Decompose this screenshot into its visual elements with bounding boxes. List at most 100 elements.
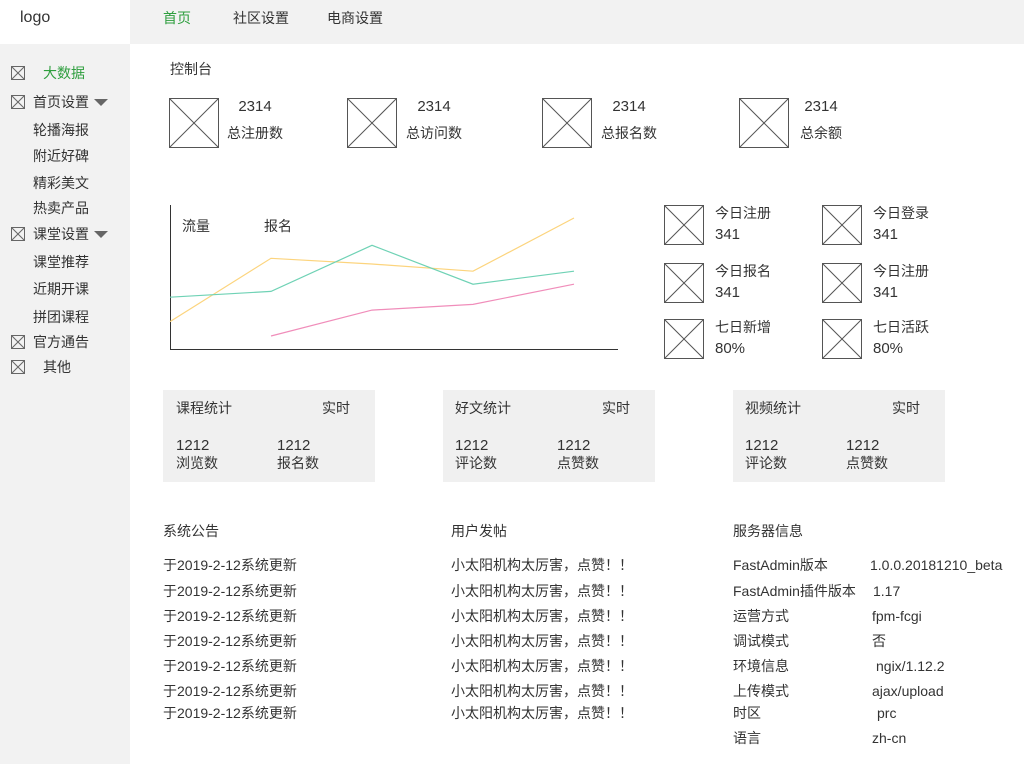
chart-legend-label: 报名 (264, 218, 292, 234)
server-info-key: 语言 (733, 730, 761, 746)
metric-label: 点赞数 (846, 455, 888, 471)
sidebar-item-label: 大数据 (43, 65, 85, 81)
server-info-key: 时区 (733, 705, 761, 721)
server-info-value: zh-cn (872, 730, 907, 746)
image-placeholder-icon (11, 66, 25, 80)
total-label: 总访问数 (406, 125, 462, 141)
trend-chart (169, 205, 618, 350)
server-info-key: FastAdmin插件版本 (733, 583, 856, 599)
server-info-key: FastAdmin版本 (733, 557, 828, 573)
server-info-value: 1.17 (873, 583, 901, 599)
total-card-balance: 2314 总余额 (739, 98, 914, 148)
total-label: 总余额 (800, 125, 842, 141)
placeholder-cross (665, 264, 703, 302)
course-stats-panel: 课程统计 实时 1212 浏览数 1212 报名数 (163, 390, 375, 482)
series-line (169, 244, 575, 298)
user-post-item[interactable]: 小太阳机构太厉害，点赞！！ (451, 583, 633, 599)
quick-stat-label: 今日登录 (873, 205, 929, 221)
quick-stat-value: 80% (715, 340, 746, 357)
placeholder-cross (12, 67, 24, 79)
server-info-key: 运营方式 (733, 608, 789, 624)
sidebar-item-upcoming-classes[interactable]: 近期开课 (0, 278, 130, 300)
image-placeholder-icon (347, 98, 397, 148)
series-2 (169, 244, 575, 298)
total-text: 2314 总余额 (781, 98, 861, 148)
sidebar-item-label: 热卖产品 (33, 200, 89, 216)
metric-value: 1212 (846, 437, 880, 454)
article-stats-panel: 好文统计 实时 1212 评论数 1212 点赞数 (443, 390, 655, 482)
caret-down-icon[interactable] (94, 99, 108, 106)
panel-realtime-tag: 实时 (892, 400, 920, 416)
logo[interactable]: logo (20, 9, 50, 27)
image-placeholder-icon (664, 205, 704, 245)
sidebar-item-label: 近期开课 (33, 281, 89, 297)
sidebar-item-other[interactable]: 其他 (0, 356, 130, 378)
panel-title: 课程统计 (176, 400, 232, 416)
quick-stat-value: 80% (873, 340, 904, 357)
image-placeholder-icon (664, 263, 704, 303)
metric-value: 1212 (745, 437, 779, 454)
sidebar-item-hot-products[interactable]: 热卖产品 (0, 197, 130, 219)
total-text: 2314 总报名数 (589, 98, 669, 148)
user-post-item[interactable]: 小太阳机构太厉害，点赞！！ (451, 557, 633, 573)
total-value: 2314 (238, 98, 272, 115)
sidebar-item-class-recommend[interactable]: 课堂推荐 (0, 251, 130, 273)
server-info-value: ngix/1.12.2 (876, 658, 945, 674)
placeholder-cross (12, 96, 24, 108)
sidebar: 大数据 首页设置 轮播海报 附近好碑 精彩美文 热卖产品 课堂设置 课堂推荐 近… (0, 44, 130, 764)
sidebar-item-carousel-posters[interactable]: 轮播海报 (0, 119, 130, 141)
user-post-item[interactable]: 小太阳机构太厉害，点赞！！ (451, 705, 633, 721)
sidebar-item-group-courses[interactable]: 拼团课程 (0, 306, 130, 328)
user-post-item[interactable]: 小太阳机构太厉害，点赞！！ (451, 683, 633, 699)
sidebar-item-label: 其他 (43, 359, 71, 375)
metric-label: 报名数 (277, 455, 319, 471)
nav-community-settings[interactable]: 社区设置 (233, 10, 289, 26)
placeholder-cross (12, 336, 24, 348)
user-post-item[interactable]: 小太阳机构太厉害，点赞！！ (451, 633, 633, 649)
total-label: 总注册数 (227, 125, 283, 141)
nav-ecommerce-settings[interactable]: 电商设置 (327, 10, 383, 26)
server-info-value: 1.0.0.20181210_beta (870, 557, 1003, 573)
announcement-item[interactable]: 于2019-2-12系统更新 (163, 658, 297, 674)
sidebar-item-featured-articles[interactable]: 精彩美文 (0, 172, 130, 194)
quick-stat-label: 今日注册 (873, 263, 929, 279)
total-text: 2314 总注册数 (215, 98, 295, 148)
sidebar-item-big-data[interactable]: 大数据 (0, 62, 130, 84)
total-value: 2314 (612, 98, 646, 115)
total-card-visits: 2314 总访问数 (347, 98, 522, 148)
server-info-key: 环境信息 (733, 658, 789, 674)
placeholder-cross (348, 99, 396, 147)
metric-value: 1212 (176, 437, 210, 454)
chart-legend-label: 流量 (182, 218, 210, 234)
announcement-item[interactable]: 于2019-2-12系统更新 (163, 557, 297, 573)
placeholder-cross (665, 320, 703, 358)
server-info-value: fpm-fcgi (872, 608, 922, 624)
quick-stat-7day-new: 七日新增 80% (664, 319, 779, 359)
metric-label: 评论数 (745, 455, 787, 471)
user-post-item[interactable]: 小太阳机构太厉害，点赞！！ (451, 658, 633, 674)
image-placeholder-icon (664, 319, 704, 359)
placeholder-cross (823, 264, 861, 302)
announcement-item[interactable]: 于2019-2-12系统更新 (163, 583, 297, 599)
sidebar-item-official-notices[interactable]: 官方通告 (0, 331, 130, 353)
server-info-value: prc (877, 705, 897, 721)
sidebar-item-nearby-reviews[interactable]: 附近好碑 (0, 145, 130, 167)
sidebar-group-class-settings[interactable]: 课堂设置 (0, 223, 130, 245)
placeholder-cross (665, 206, 703, 244)
sidebar-item-label: 课堂推荐 (33, 254, 89, 270)
quick-stat-value: 341 (715, 284, 741, 301)
total-card-signups: 2314 总报名数 (542, 98, 717, 148)
video-stats-panel: 视频统计 实时 1212 评论数 1212 点赞数 (733, 390, 945, 482)
announcement-item[interactable]: 于2019-2-12系统更新 (163, 633, 297, 649)
sidebar-group-home-settings[interactable]: 首页设置 (0, 91, 130, 113)
series-3 (270, 283, 575, 337)
announcement-item[interactable]: 于2019-2-12系统更新 (163, 608, 297, 624)
nav-home[interactable]: 首页 (163, 10, 191, 26)
page-title: 控制台 (170, 61, 212, 77)
announcement-item[interactable]: 于2019-2-12系统更新 (163, 705, 297, 721)
caret-down-icon[interactable] (94, 231, 108, 238)
user-post-item[interactable]: 小太阳机构太厉害，点赞！！ (451, 608, 633, 624)
announcement-item[interactable]: 于2019-2-12系统更新 (163, 683, 297, 699)
metric-value: 1212 (455, 437, 489, 454)
quick-stat-today-logins: 今日登录 341 (822, 205, 937, 245)
